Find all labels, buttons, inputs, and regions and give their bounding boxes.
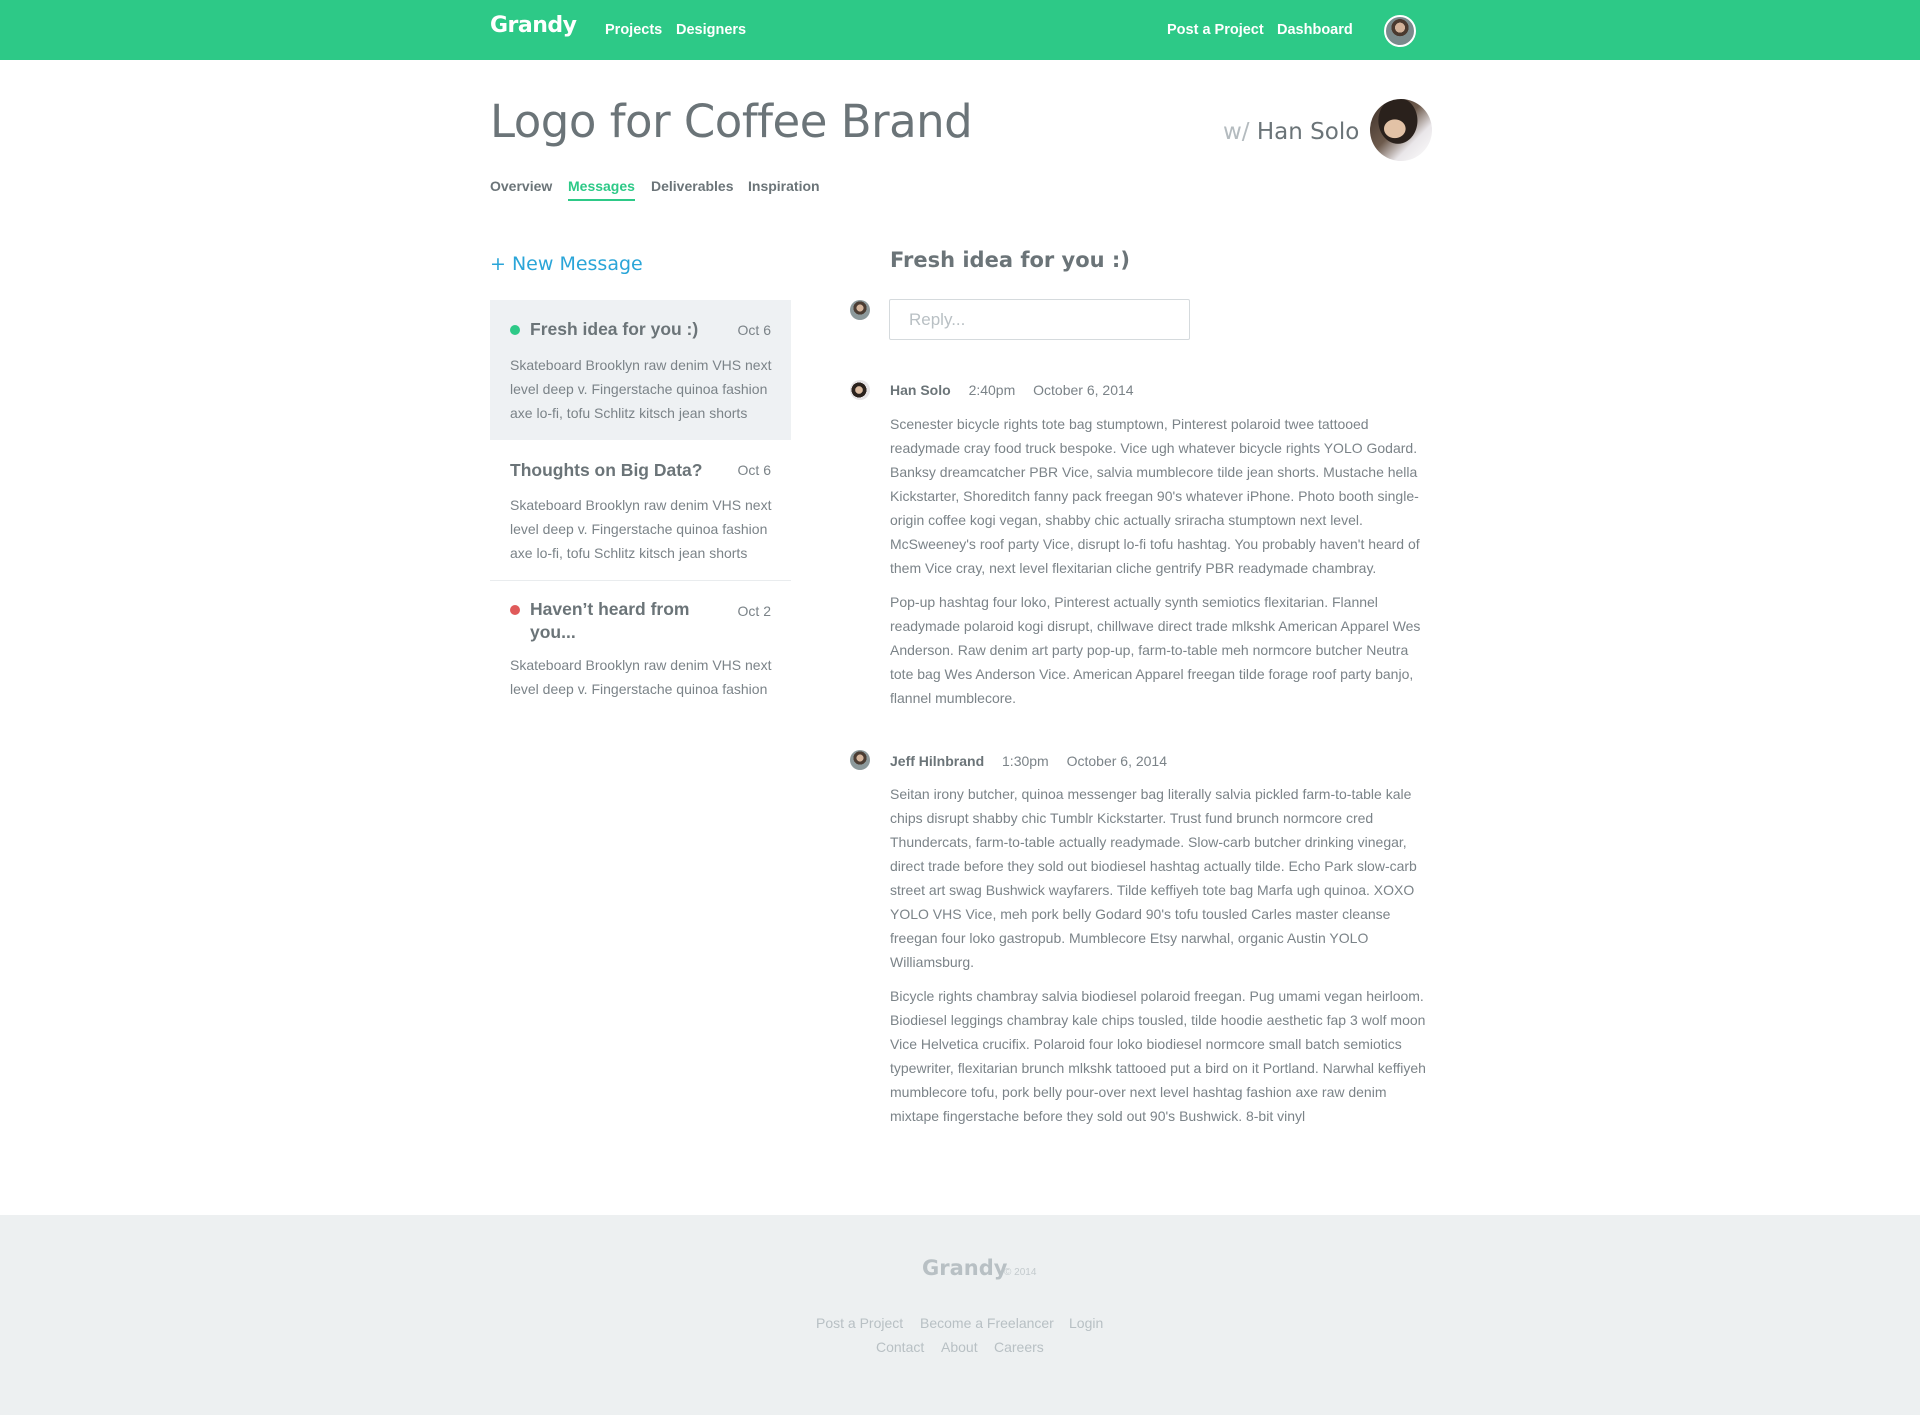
message-paragraph: Pop-up hashtag four loko, Pinterest actu…: [890, 594, 1421, 706]
my-avatar: [850, 300, 870, 320]
footer-copyright: © 2014: [1004, 1267, 1037, 1278]
collaborator-label: w/ Han Solo: [1223, 119, 1359, 145]
message-meta: Jeff Hilnbrand 1:30pm October 6, 2014: [890, 753, 1167, 769]
message-author[interactable]: Jeff Hilnbrand: [890, 753, 984, 769]
page-title: Logo for Coffee Brand: [490, 95, 973, 148]
footer-about-link[interactable]: About: [941, 1339, 978, 1355]
message-author-avatar: [850, 380, 870, 400]
brand-logo[interactable]: Grandy: [490, 13, 577, 38]
tab-overview[interactable]: Overview: [490, 178, 552, 194]
urgent-status-dot: [510, 605, 520, 615]
top-navbar: Grandy Projects Designers Post a Project…: [0, 0, 1920, 60]
message-body: Seitan irony butcher, quinoa messenger b…: [890, 782, 1435, 1138]
user-avatar[interactable]: [1384, 15, 1416, 47]
thread-preview: Skateboard Brooklyn raw denim VHS next l…: [510, 357, 772, 421]
message-time: 2:40pm: [968, 382, 1016, 398]
new-message-button[interactable]: + New Message: [490, 253, 643, 275]
footer-careers-link[interactable]: Careers: [994, 1339, 1044, 1355]
tab-messages[interactable]: Messages: [568, 178, 635, 201]
footer-login-link[interactable]: Login: [1069, 1315, 1103, 1331]
tab-deliverables[interactable]: Deliverables: [651, 178, 734, 194]
thread-date: Oct 2: [737, 603, 771, 619]
message-thread-item[interactable]: Fresh idea for you :) Oct 6 Skateboard B…: [490, 300, 791, 440]
thread-subject: Fresh idea for you :): [530, 319, 699, 339]
unread-status-dot: [510, 325, 520, 335]
nav-designers-link[interactable]: Designers: [676, 22, 746, 38]
message-thread-item[interactable]: Haven’t heard from you... Oct 2 Skateboa…: [490, 581, 791, 706]
thread-subject: Haven’t heard from you...: [530, 599, 690, 642]
message-paragraph: Bicycle rights chambray salvia biodiesel…: [890, 988, 1426, 1124]
thread-date: Oct 6: [737, 322, 771, 338]
nav-post-project-link[interactable]: Post a Project: [1167, 22, 1264, 38]
collaborator-name[interactable]: Han Solo: [1257, 119, 1359, 145]
message-paragraph: Seitan irony butcher, quinoa messenger b…: [890, 786, 1417, 970]
message-author[interactable]: Han Solo: [890, 382, 951, 398]
thread-preview: Skateboard Brooklyn raw denim VHS next l…: [510, 657, 772, 697]
footer-brand-logo[interactable]: Grandy: [922, 1256, 1007, 1280]
message-meta: Han Solo 2:40pm October 6, 2014: [890, 382, 1134, 398]
message-thread-item[interactable]: Thoughts on Big Data? Oct 6 Skateboard B…: [490, 440, 791, 580]
message-body: Scenester bicycle rights tote bag stumpt…: [890, 412, 1435, 720]
footer-contact-link[interactable]: Contact: [876, 1339, 924, 1355]
collaborator-avatar[interactable]: [1370, 99, 1432, 161]
footer-become-freelancer-link[interactable]: Become a Freelancer: [920, 1315, 1054, 1331]
message-time: 1:30pm: [1002, 753, 1049, 769]
thread-subject: Thoughts on Big Data?: [510, 460, 703, 480]
thread-date: Oct 6: [737, 462, 771, 478]
with-prefix: w/: [1223, 119, 1250, 145]
nav-projects-link[interactable]: Projects: [605, 22, 662, 38]
reply-input[interactable]: [889, 299, 1190, 340]
conversation-title: Fresh idea for you :): [890, 248, 1130, 272]
thread-preview: Skateboard Brooklyn raw denim VHS next l…: [510, 497, 772, 561]
nav-dashboard-link[interactable]: Dashboard: [1277, 22, 1353, 38]
message-author-avatar: [850, 750, 870, 770]
tab-inspiration[interactable]: Inspiration: [748, 178, 820, 194]
message-paragraph: Scenester bicycle rights tote bag stumpt…: [890, 416, 1420, 576]
message-date: October 6, 2014: [1033, 382, 1134, 398]
footer-post-project-link[interactable]: Post a Project: [816, 1315, 903, 1331]
message-date: October 6, 2014: [1066, 753, 1168, 769]
